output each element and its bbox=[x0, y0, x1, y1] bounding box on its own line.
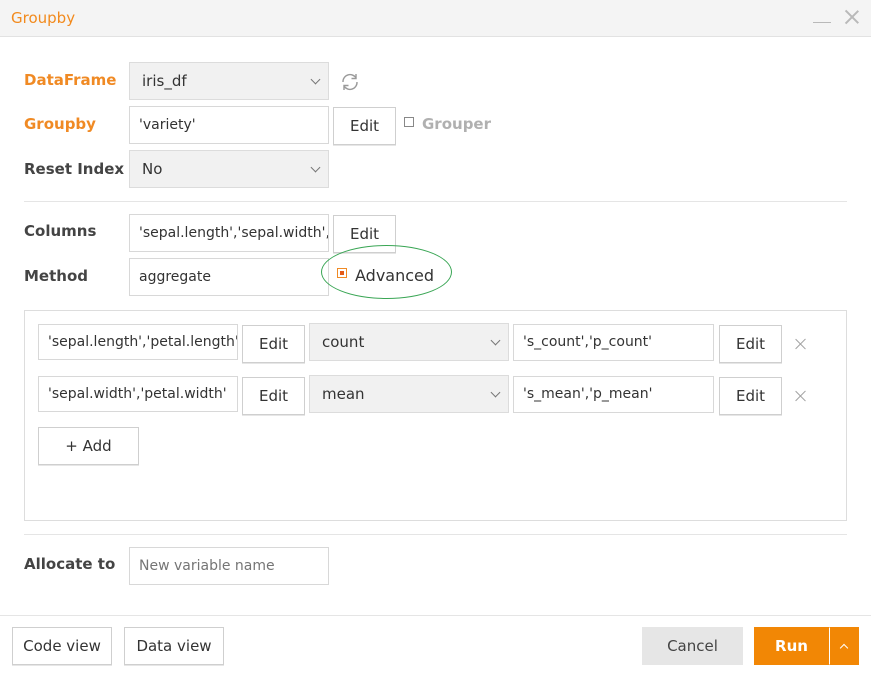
agg-columns-edit-button[interactable]: Edit bbox=[242, 377, 305, 415]
agg-func-select[interactable]: count bbox=[309, 323, 509, 361]
reset-index-label: Reset Index bbox=[24, 160, 125, 178]
columns-input[interactable]: 'sepal.length','sepal.width',' bbox=[129, 214, 329, 252]
groupby-label: Groupby bbox=[24, 115, 96, 133]
agg-names-value: 's_mean','p_mean' bbox=[523, 386, 653, 402]
allocate-label: Allocate to bbox=[24, 555, 116, 573]
columns-label: Columns bbox=[24, 222, 97, 240]
groupby-value: 'variety' bbox=[139, 117, 196, 133]
agg-columns-input[interactable]: 'sepal.width','petal.width' bbox=[38, 376, 238, 412]
agg-names-value: 's_count','p_count' bbox=[523, 334, 653, 350]
reset-index-select[interactable]: No bbox=[129, 150, 329, 188]
close-icon[interactable] bbox=[843, 8, 861, 26]
method-label: Method bbox=[24, 267, 88, 285]
groupby-edit-button[interactable]: Edit bbox=[333, 107, 396, 145]
advanced-label: Advanced bbox=[355, 266, 435, 285]
columns-value: 'sepal.length','sepal.width',' bbox=[139, 225, 329, 241]
agg-names-input[interactable]: 's_count','p_count' bbox=[513, 324, 714, 361]
method-value: aggregate bbox=[139, 269, 211, 285]
minimize-icon[interactable] bbox=[812, 8, 832, 28]
groupby-input[interactable]: 'variety' bbox=[129, 106, 329, 144]
agg-names-edit-button[interactable]: Edit bbox=[719, 377, 782, 415]
agg-names-input[interactable]: 's_mean','p_mean' bbox=[513, 376, 714, 413]
run-button[interactable]: Run bbox=[754, 627, 829, 665]
agg-func-value: count bbox=[322, 333, 365, 351]
run-options-button[interactable] bbox=[829, 627, 859, 665]
agg-columns-value: 'sepal.length','petal.length' bbox=[48, 334, 238, 350]
dataframe-label: DataFrame bbox=[24, 71, 117, 89]
advanced-panel: 'sepal.length','petal.length' Edit count… bbox=[24, 310, 847, 521]
advanced-checkbox[interactable] bbox=[337, 268, 347, 278]
data-view-button[interactable]: Data view bbox=[124, 627, 224, 665]
divider bbox=[24, 201, 847, 202]
footer-divider bbox=[0, 615, 871, 616]
window-title: Groupby bbox=[11, 9, 76, 27]
remove-row-icon[interactable] bbox=[795, 338, 807, 350]
reset-index-value: No bbox=[142, 160, 163, 178]
method-input[interactable]: aggregate bbox=[129, 258, 329, 296]
remove-row-icon[interactable] bbox=[795, 390, 807, 402]
allocate-input[interactable] bbox=[129, 547, 329, 585]
agg-columns-input[interactable]: 'sepal.length','petal.length' bbox=[38, 324, 238, 360]
cancel-button[interactable]: Cancel bbox=[642, 627, 743, 665]
dataframe-value: iris_df bbox=[142, 72, 187, 90]
divider bbox=[24, 534, 847, 535]
code-view-button[interactable]: Code view bbox=[12, 627, 112, 665]
agg-columns-edit-button[interactable]: Edit bbox=[242, 325, 305, 363]
title-bar: Groupby bbox=[0, 0, 871, 37]
grouper-checkbox[interactable] bbox=[404, 117, 414, 127]
add-button[interactable]: + Add bbox=[38, 427, 139, 465]
agg-func-select[interactable]: mean bbox=[309, 375, 509, 413]
grouper-label: Grouper bbox=[422, 115, 492, 133]
agg-names-edit-button[interactable]: Edit bbox=[719, 325, 782, 363]
agg-func-value: mean bbox=[322, 385, 365, 403]
refresh-icon[interactable] bbox=[339, 71, 361, 93]
dataframe-select[interactable]: iris_df bbox=[129, 62, 329, 100]
agg-columns-value: 'sepal.width','petal.width' bbox=[48, 386, 227, 402]
chevron-up-icon bbox=[839, 643, 849, 653]
